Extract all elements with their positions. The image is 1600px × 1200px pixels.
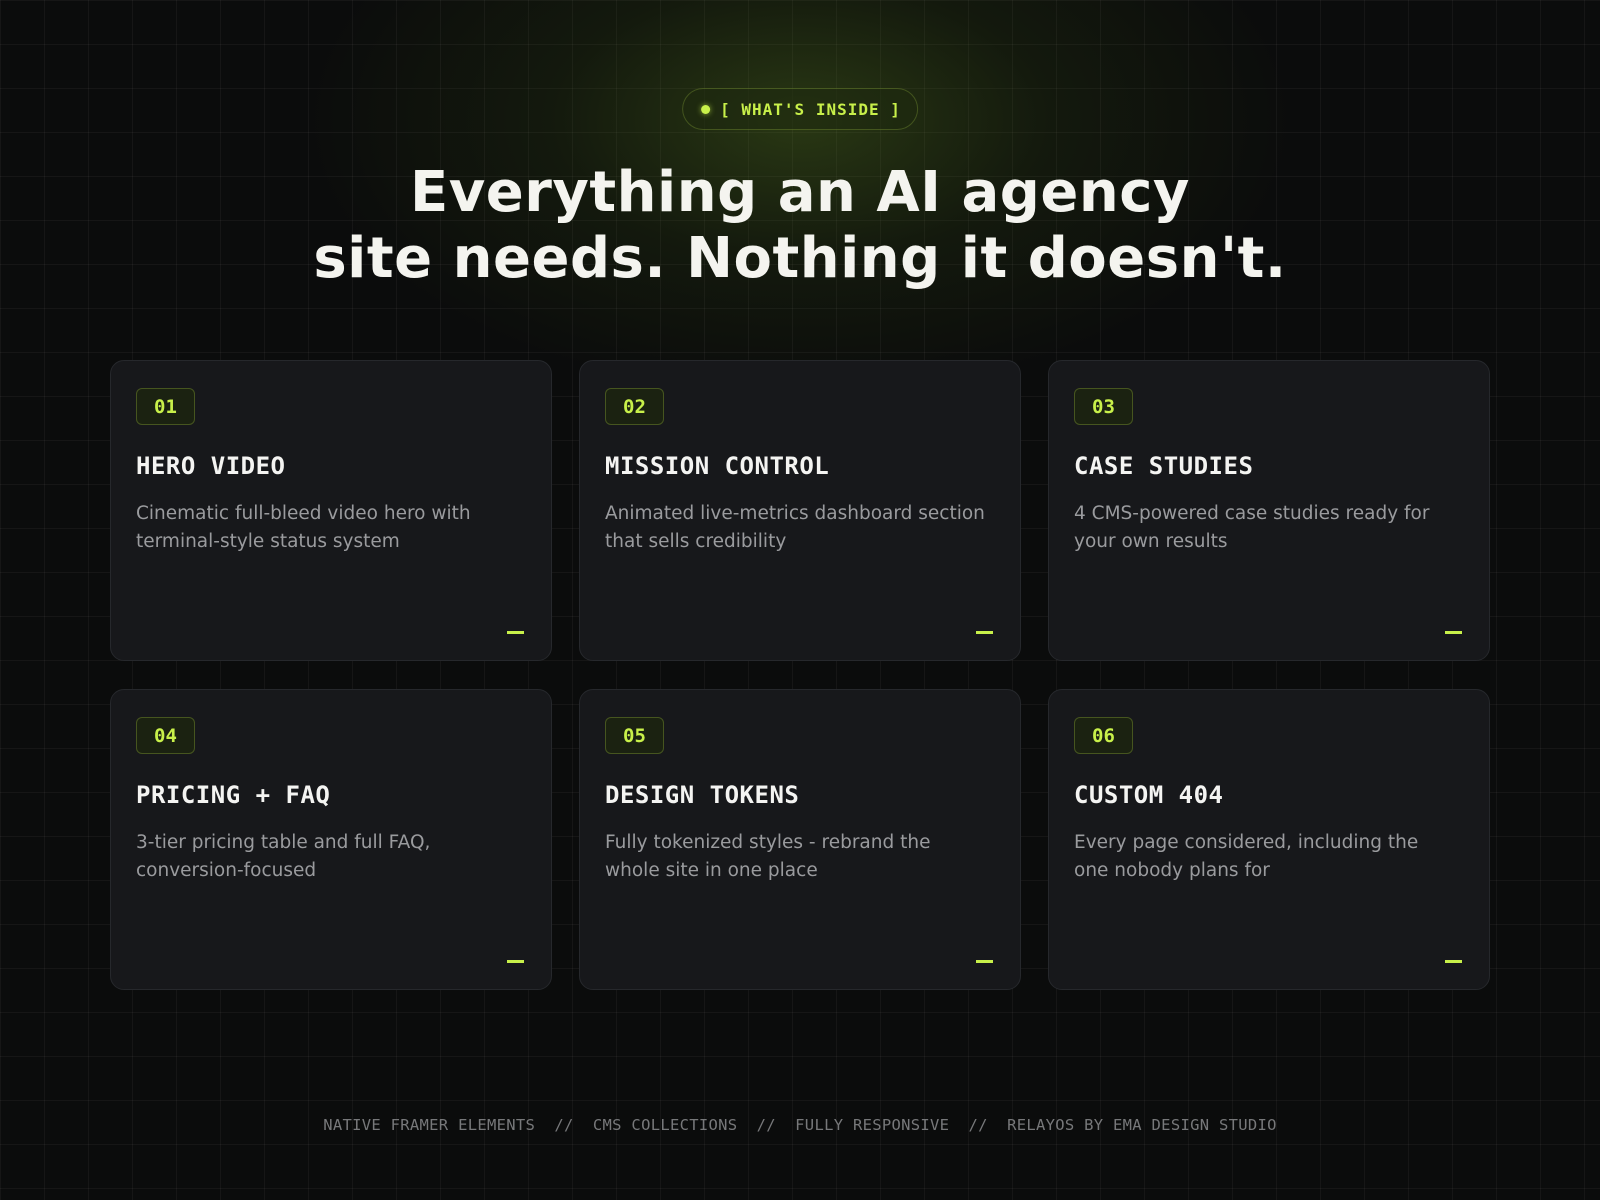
- card-number: 06: [1074, 717, 1133, 754]
- footer-tagline: NATIVE FRAMER ELEMENTS // CMS COLLECTION…: [323, 1116, 1277, 1134]
- feature-card-design-tokens: 05 DESIGN TOKENS Fully tokenized styles …: [579, 689, 1021, 990]
- dash-icon: [507, 960, 524, 963]
- dash-icon: [1445, 960, 1462, 963]
- whats-inside-section: [ WHAT'S INSIDE ] Everything an AI agenc…: [0, 0, 1600, 1200]
- badge-label: [ WHAT'S INSIDE ]: [720, 99, 901, 119]
- feature-card-pricing-faq: 04 PRICING + FAQ 3-tier pricing table an…: [110, 689, 552, 990]
- card-title: CASE STUDIES: [1074, 452, 1254, 480]
- card-number: 01: [136, 388, 195, 425]
- card-number: 04: [136, 717, 195, 754]
- feature-grid: 01 HERO VIDEO Cinematic full-bleed video…: [110, 360, 1490, 990]
- card-title: PRICING + FAQ: [136, 781, 331, 809]
- card-title: HERO VIDEO: [136, 452, 286, 480]
- card-description: 4 CMS-powered case studies ready for you…: [1074, 503, 1430, 552]
- dash-icon: [976, 631, 993, 634]
- dash-icon: [976, 960, 993, 963]
- dash-icon: [1445, 631, 1462, 634]
- card-description: Cinematic full-bleed video hero with ter…: [136, 503, 471, 552]
- card-title: MISSION CONTROL: [605, 452, 830, 480]
- card-number: 03: [1074, 388, 1133, 425]
- feature-card-mission-control: 02 MISSION CONTROL Animated live-metrics…: [579, 360, 1021, 661]
- headline-line-1: Everything an AI agency: [410, 160, 1190, 225]
- feature-card-hero-video: 01 HERO VIDEO Cinematic full-bleed video…: [110, 360, 552, 661]
- card-description: Fully tokenized styles - rebrand the who…: [605, 832, 931, 881]
- card-title: DESIGN TOKENS: [605, 781, 800, 809]
- feature-card-case-studies: 03 CASE STUDIES 4 CMS-powered case studi…: [1048, 360, 1490, 661]
- card-number: 02: [605, 388, 664, 425]
- feature-card-custom-404: 06 CUSTOM 404 Every page considered, inc…: [1048, 689, 1490, 990]
- card-description: Animated live-metrics dashboard section …: [605, 503, 985, 552]
- card-number: 05: [605, 717, 664, 754]
- card-title: CUSTOM 404: [1074, 781, 1224, 809]
- status-dot-icon: [701, 104, 711, 114]
- card-description: Every page considered, including the one…: [1074, 832, 1419, 881]
- card-description: 3-tier pricing table and full FAQ, conve…: [136, 832, 431, 881]
- dash-icon: [507, 631, 524, 634]
- headline-line-2: site needs. Nothing it doesn't.: [313, 226, 1287, 291]
- section-badge: [ WHAT'S INSIDE ]: [682, 88, 918, 130]
- section-headline: Everything an AI agency site needs. Noth…: [0, 160, 1600, 292]
